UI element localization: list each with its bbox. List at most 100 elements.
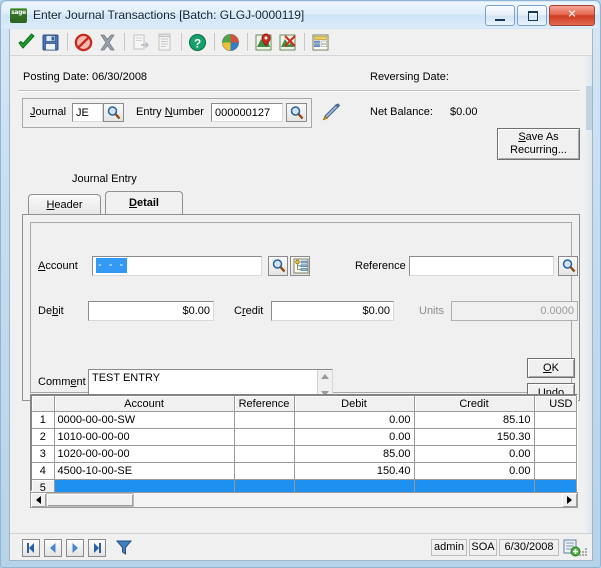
toolbar-separator [304, 33, 305, 51]
nav-first-button[interactable] [22, 539, 40, 557]
grid-horizontal-scrollbar[interactable] [30, 492, 578, 508]
cell-account[interactable]: 1010-00-00-00 [54, 428, 235, 446]
grid-scroll-thumb[interactable] [46, 493, 134, 507]
cell-reference[interactable] [234, 462, 295, 480]
reference-lookup-button[interactable] [558, 256, 578, 276]
sage-icon [10, 7, 27, 23]
journal-input[interactable] [72, 103, 103, 122]
tab-header[interactable]: Header [28, 194, 101, 214]
globe-icon[interactable] [219, 31, 242, 54]
cell-credit[interactable]: 85.10 [414, 411, 535, 429]
account-lookup-button[interactable] [268, 256, 288, 276]
table-row[interactable]: 1 0000-00-00-SW 0.00 85.10 [32, 411, 577, 429]
save-as-recurring-line2: Recurring... [510, 144, 567, 156]
form-layout-icon[interactable] [309, 31, 332, 54]
cell-credit[interactable]: 150.30 [414, 428, 535, 446]
tab-header-label: Header [46, 198, 83, 211]
nav-last-button[interactable] [88, 539, 106, 557]
help-icon[interactable]: ? [186, 31, 209, 54]
save-icon[interactable] [39, 31, 62, 54]
svg-text:?: ? [194, 36, 201, 50]
journal-label: Journal [30, 106, 67, 118]
map-pin-icon[interactable] [252, 31, 275, 54]
cell-debit[interactable]: 85.00 [294, 445, 415, 463]
tab-detail[interactable]: Detail [105, 191, 183, 214]
save-as-recurring-button[interactable]: Save As Recurring... [497, 128, 580, 160]
journal-lines-grid[interactable]: Account Reference Debit Credit USD 1 0000… [30, 394, 578, 497]
debit-input[interactable] [88, 301, 214, 321]
cell-reference[interactable] [234, 411, 295, 429]
export-icon [129, 31, 152, 54]
status-company: SOA [469, 539, 497, 556]
cell-debit[interactable]: 150.40 [294, 462, 415, 480]
cell-reference[interactable] [234, 428, 295, 446]
cell-usd[interactable] [534, 462, 577, 480]
reference-input[interactable] [409, 256, 554, 276]
new-entry-pencil-icon[interactable] [320, 102, 342, 124]
cell-usd[interactable] [534, 428, 577, 446]
row-number[interactable]: 4 [32, 462, 55, 480]
map-route-icon[interactable] [276, 31, 299, 54]
net-balance-label: Net Balance: [370, 106, 433, 118]
cell-credit[interactable]: 0.00 [414, 462, 535, 480]
toolbar-separator [214, 33, 215, 51]
toolbar: ? [10, 29, 592, 56]
table-row[interactable]: 3 1020-00-00-00 85.00 0.00 [32, 445, 577, 463]
cell-debit[interactable]: 0.00 [294, 428, 415, 446]
void-icon[interactable] [72, 31, 95, 54]
filter-icon[interactable] [114, 537, 134, 557]
grid-col-usd[interactable]: USD [534, 396, 577, 412]
title-bar: Enter Journal Transactions [Batch: GLGJ-… [2, 2, 599, 28]
scroll-right-icon[interactable] [562, 493, 577, 507]
table-row[interactable]: 4 4500-10-00-SE 150.40 0.00 [32, 462, 577, 480]
cell-credit[interactable]: 0.00 [414, 445, 535, 463]
cell-account[interactable]: 1020-00-00-00 [54, 445, 235, 463]
maximize-button[interactable] [517, 4, 547, 26]
account-tree-icon[interactable] [290, 256, 310, 276]
close-button[interactable]: ✕ [549, 4, 595, 26]
table-row[interactable]: 2 1010-00-00-00 0.00 150.30 [32, 428, 577, 446]
window-title: Enter Journal Transactions [Batch: GLGJ-… [33, 8, 305, 22]
cell-account[interactable]: 4500-10-00-SE [54, 462, 235, 480]
grid-col-debit[interactable]: Debit [294, 396, 415, 412]
grid-corner-cell[interactable] [32, 396, 55, 412]
toolbar-separator [124, 33, 125, 51]
status-bar: admin SOA 6/30/2008 [10, 533, 592, 560]
posting-date-label: Posting Date: [23, 71, 90, 83]
grid-col-reference[interactable]: Reference [234, 396, 295, 412]
reference-label: Reference [355, 260, 406, 272]
resize-grip-icon[interactable] [577, 546, 589, 558]
cell-usd[interactable] [534, 411, 577, 429]
scroll-up-icon[interactable] [318, 370, 332, 384]
status-user: admin [431, 539, 467, 556]
grid-col-account[interactable]: Account [54, 396, 235, 412]
grid-col-credit[interactable]: Credit [414, 396, 535, 412]
posting-date-value: 06/30/2008 [92, 71, 148, 83]
comment-value: TEST ENTRY [92, 372, 161, 384]
cell-reference[interactable] [234, 445, 295, 463]
row-number[interactable]: 1 [32, 411, 55, 429]
journal-lookup-button[interactable] [103, 103, 124, 122]
form-content: Posting Date: 06/30/2008 Reversing Date:… [10, 56, 592, 534]
account-input[interactable]: - - - [92, 256, 262, 276]
minimize-button[interactable] [485, 4, 515, 26]
grid-table: Account Reference Debit Credit USD 1 0000… [32, 396, 577, 497]
cell-account[interactable]: 0000-00-00-SW [54, 411, 235, 429]
nav-next-button[interactable] [66, 539, 84, 557]
entry-number-lookup-button[interactable] [286, 103, 307, 122]
entry-number-input[interactable] [211, 103, 283, 122]
nav-prev-button[interactable] [44, 539, 62, 557]
form-scroll-thumb[interactable] [586, 86, 592, 130]
scroll-left-icon[interactable] [31, 493, 46, 507]
credit-input[interactable] [271, 301, 394, 321]
post-accept-icon[interactable] [15, 31, 38, 54]
ok-button[interactable]: OK [527, 358, 575, 378]
cell-usd[interactable] [534, 445, 577, 463]
client-area: ? Posting Date: 06/30/2008 Reversing Dat… [9, 29, 593, 561]
delete-icon[interactable] [96, 31, 119, 54]
ok-button-label: OK [543, 361, 559, 374]
row-number[interactable]: 2 [32, 428, 55, 446]
cell-debit[interactable]: 0.00 [294, 411, 415, 429]
form-vertical-scrollbar[interactable] [586, 56, 592, 534]
row-number[interactable]: 3 [32, 445, 55, 463]
